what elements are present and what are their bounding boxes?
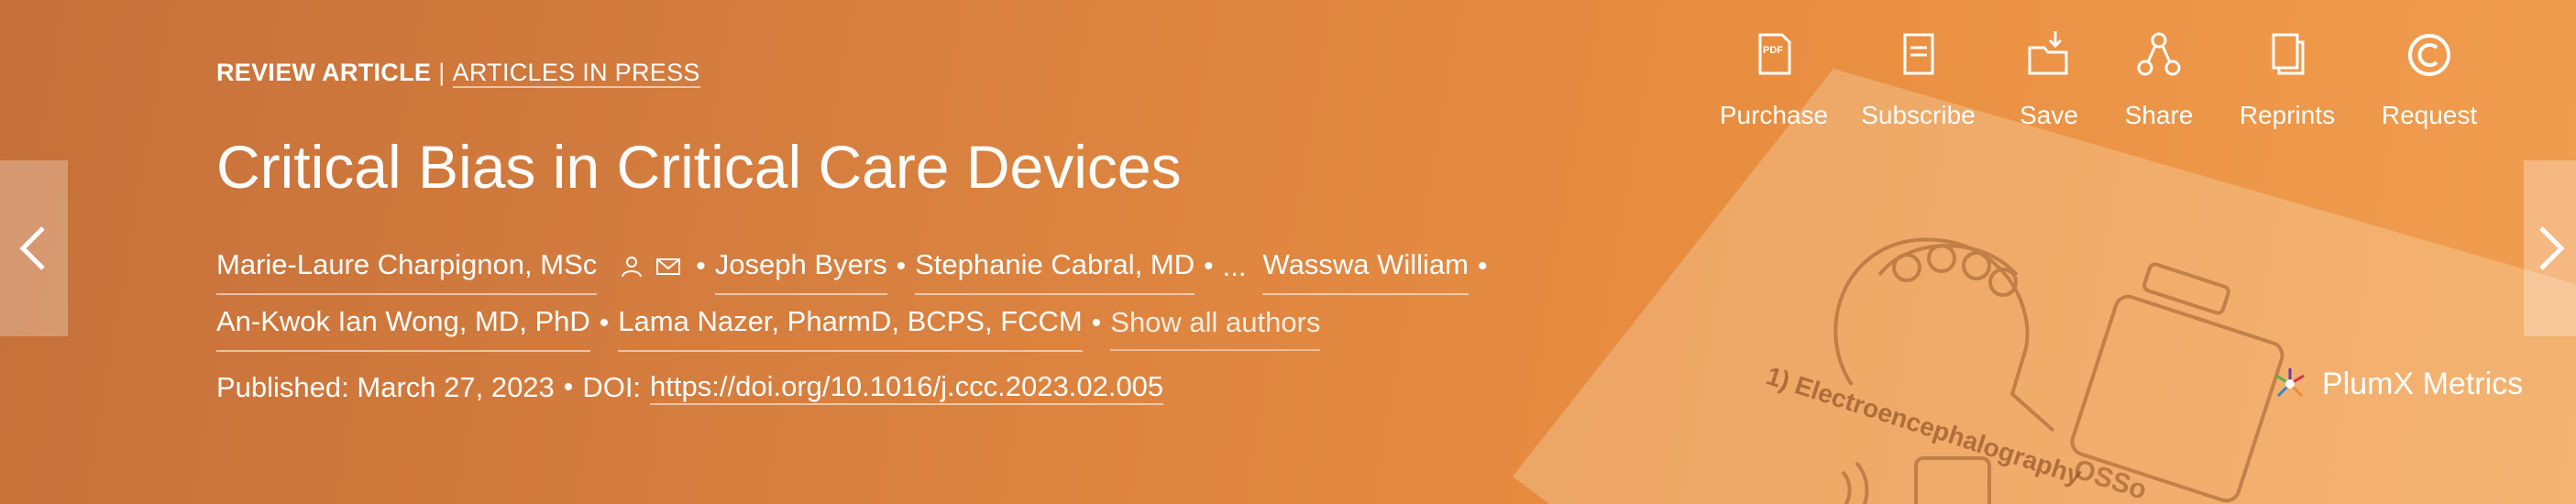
author-list: Marie-Laure Charpignon, MSc • Joseph Bye… xyxy=(216,238,1591,352)
svg-text:PDF: PDF xyxy=(1763,45,1783,56)
share-icon xyxy=(2137,32,2181,76)
author-link[interactable]: Lama Nazer, PharmD, BCPS, FCCM xyxy=(618,295,1083,352)
author-separator: • xyxy=(1477,251,1488,281)
authors-ellipsis: ... xyxy=(1222,250,1247,282)
author-link[interactable]: Joseph Byers xyxy=(714,238,887,295)
article-type-label: REVIEW ARTICLE xyxy=(216,59,432,86)
folder-save-icon xyxy=(2028,31,2068,75)
toolbar-label: Reprints xyxy=(2239,101,2336,129)
author-separator: • xyxy=(696,251,706,281)
show-all-authors-link[interactable]: Show all authors xyxy=(1110,296,1321,351)
toolbar-label: Share xyxy=(2124,101,2194,129)
document-icon xyxy=(1903,33,1933,75)
chevron-left-icon xyxy=(19,226,45,270)
author-separator: • xyxy=(1091,308,1102,338)
author-link[interactable]: An-Kwok Ian Wong, MD, PhD xyxy=(216,295,590,352)
purchase-button[interactable]: PDF Purchase xyxy=(1705,27,1843,130)
author-contact-icons xyxy=(619,254,681,279)
author-link[interactable]: Stephanie Cabral, MD xyxy=(915,238,1195,295)
publication-separator: • xyxy=(563,372,574,402)
plumx-metrics-link[interactable]: PlumX Metrics xyxy=(2269,363,2523,405)
copyright-icon xyxy=(2408,34,2450,76)
author-link[interactable]: Wasswa William xyxy=(1262,238,1469,295)
subscribe-button[interactable]: Subscribe xyxy=(1843,27,1994,130)
toolbar-label: Save xyxy=(2020,101,2078,129)
published-date: Published: March 27, 2023 xyxy=(216,371,555,403)
author-separator: • xyxy=(599,308,610,338)
article-type-breadcrumb: REVIEW ARTICLE | ARTICLES IN PRESS xyxy=(216,59,700,88)
email-icon[interactable] xyxy=(655,254,681,279)
plumx-icon xyxy=(2275,368,2305,398)
plumx-label: PlumX Metrics xyxy=(2322,366,2524,401)
toolbar-label: Request xyxy=(2381,101,2478,129)
share-button[interactable]: Share xyxy=(2104,27,2214,130)
author-line: An-Kwok Ian Wong, MD, PhD • Lama Nazer, … xyxy=(216,295,1591,352)
toolbar-label: Purchase xyxy=(1719,101,1829,129)
doi-link[interactable]: https://doi.org/10.1016/j.ccc.2023.02.00… xyxy=(650,370,1164,405)
article-title: Critical Bias in Critical Care Devices xyxy=(216,133,1182,201)
author-link[interactable]: Marie-Laure Charpignon, MSc xyxy=(216,238,598,295)
request-button[interactable]: Request xyxy=(2361,27,2498,130)
author-separator: • xyxy=(896,251,907,281)
toolbar-label: Subscribe xyxy=(1861,101,1976,129)
breadcrumb-separator: | xyxy=(438,59,446,86)
chevron-right-icon xyxy=(2538,226,2565,270)
publication-info: Published: March 27, 2023 • DOI: https:/… xyxy=(216,370,1164,405)
author-line: Marie-Laure Charpignon, MSc • Joseph Bye… xyxy=(216,238,1591,295)
next-article-button[interactable] xyxy=(2524,160,2576,336)
previous-article-button[interactable] xyxy=(0,160,68,336)
article-toolbar: PDF Purchase Subscribe Save Share Reprin… xyxy=(1705,27,2498,130)
pdf-icon: PDF xyxy=(1758,33,1791,75)
save-button[interactable]: Save xyxy=(1994,27,2104,130)
author-separator: • xyxy=(1204,251,1214,281)
copy-icon xyxy=(2272,33,2305,75)
doi-label: DOI: xyxy=(582,371,642,403)
articles-in-press-link[interactable]: ARTICLES IN PRESS xyxy=(452,59,700,88)
person-icon[interactable] xyxy=(619,254,644,279)
reprints-button[interactable]: Reprints xyxy=(2214,27,2361,130)
